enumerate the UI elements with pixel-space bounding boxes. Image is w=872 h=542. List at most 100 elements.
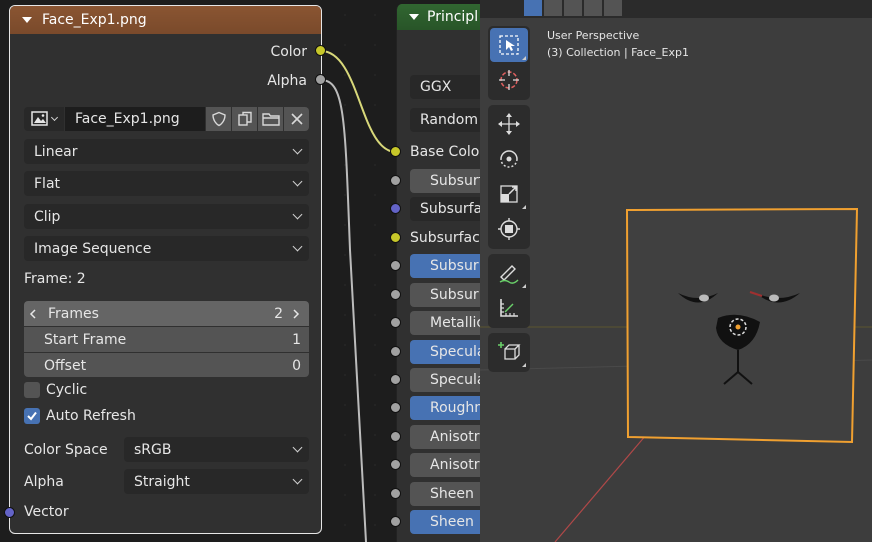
measure-tool[interactable] (490, 291, 528, 325)
start-frame-field[interactable]: Start Frame 1 (24, 327, 309, 352)
base-color-socket[interactable] (390, 146, 401, 157)
image-node-header[interactable]: Face_Exp1.png (10, 6, 321, 34)
sheen-tint-socket[interactable] (390, 516, 401, 527)
folder-icon (261, 113, 280, 126)
color-space-dropdown[interactable]: sRGB (124, 437, 309, 462)
subsurface-radius-socket[interactable] (390, 203, 401, 214)
rotate-tool[interactable] (490, 142, 528, 176)
chevron-down-icon (292, 474, 303, 485)
fake-user-button[interactable] (206, 107, 231, 131)
offset-label: Offset (44, 357, 87, 374)
image-node-title: Face_Exp1.png (42, 12, 147, 28)
frames-value-group: 2 (274, 306, 301, 322)
roughness-socket[interactable] (390, 402, 401, 413)
add-cube-tool[interactable] (490, 335, 528, 369)
scale-tool[interactable] (490, 177, 528, 211)
add-cube-icon (498, 342, 521, 360)
select-intersect-icon[interactable] (604, 0, 622, 16)
subsurface-socket[interactable] (390, 175, 401, 186)
alpha-output-label: Alpha (267, 73, 307, 89)
cursor-tool[interactable] (490, 63, 528, 97)
source-dropdown[interactable]: Image Sequence (24, 236, 309, 261)
right-pupil (769, 294, 779, 302)
projection-dropdown[interactable]: Flat (24, 171, 309, 196)
subsurface-ior-socket[interactable] (390, 260, 401, 271)
chevron-left-icon[interactable] (28, 308, 38, 319)
color-space-row: Color Space sRGB (24, 437, 309, 462)
open-image-button[interactable] (258, 107, 283, 131)
alpha-mode-dropdown[interactable]: Straight (124, 469, 309, 494)
unlink-image-button[interactable] (284, 107, 309, 131)
auto-refresh-checkbox[interactable]: Auto Refresh (24, 408, 136, 424)
interpolation-value: Linear (34, 143, 78, 160)
projection-value: Flat (34, 175, 61, 192)
color-link (320, 50, 397, 153)
chevron-right-icon[interactable] (291, 308, 301, 319)
select-new-icon[interactable] (524, 0, 542, 16)
transform-tool[interactable] (490, 212, 528, 246)
alpha-output-socket[interactable] (315, 74, 326, 85)
node-editor[interactable]: Principl GGX Random Base Color Subsurf S… (0, 0, 486, 542)
collapse-chevron-icon[interactable] (22, 17, 32, 23)
transform-tool-group (488, 105, 530, 249)
shield-icon (211, 111, 226, 127)
select-invert-icon[interactable] (584, 0, 602, 16)
collection-info: (3) Collection | Face_Exp1 (547, 46, 690, 59)
checkbox-box[interactable] (24, 382, 40, 398)
subsurface-color-socket[interactable] (390, 232, 401, 243)
rotate-icon (500, 150, 518, 168)
color-space-label: Color Space (24, 441, 108, 458)
add-tool-group (488, 333, 530, 372)
frames-value: 2 (274, 305, 283, 322)
image-browse-button[interactable] (24, 107, 64, 131)
duplicate-image-button[interactable] (232, 107, 257, 131)
start-frame-value: 1 (292, 331, 301, 348)
left-pupil (699, 294, 709, 302)
image-texture-node[interactable]: Face_Exp1.png Color Alpha Face_Exp1.png (9, 5, 322, 534)
offset-value: 0 (292, 357, 301, 374)
vector-input-socket[interactable] (4, 507, 15, 518)
frame-settings: Frames 2 Start Frame 1 Offset 0 (24, 301, 309, 377)
sheen-socket[interactable] (390, 488, 401, 499)
select-subtract-icon[interactable] (564, 0, 582, 16)
subsurface-anisotropy-socket[interactable] (390, 289, 401, 300)
3d-viewport[interactable]: User Perspective (3) Collection | Face_E… (480, 0, 872, 542)
offset-field[interactable]: Offset 0 (24, 353, 309, 377)
anisotropic-socket[interactable] (390, 431, 401, 442)
viewport-scene (480, 207, 872, 542)
alpha-link (320, 79, 367, 542)
anisotropic-rotation-socket[interactable] (390, 459, 401, 470)
source-value: Image Sequence (34, 240, 152, 257)
annotate-tool[interactable] (490, 256, 528, 290)
select-box-tool[interactable] (490, 28, 528, 62)
alpha-mode-row: Alpha Straight (24, 469, 309, 494)
frames-label-group: Frames (28, 306, 99, 322)
pencil-icon (499, 265, 519, 284)
specular-socket[interactable] (390, 346, 401, 357)
move-tool[interactable] (490, 107, 528, 141)
frame-label: Frame: 2 (24, 271, 86, 287)
specular-tint-socket[interactable] (390, 374, 401, 385)
frames-field[interactable]: Frames 2 (24, 301, 309, 326)
chevron-down-icon (292, 144, 303, 155)
chevron-down-icon (292, 241, 303, 252)
tool-options-corner (522, 205, 526, 209)
move-icon (498, 113, 520, 135)
chevron-down-icon (292, 442, 303, 453)
color-output-socket[interactable] (315, 45, 326, 56)
frames-label: Frames (48, 305, 99, 322)
ruler-icon (500, 299, 518, 317)
image-name-field[interactable]: Face_Exp1.png (65, 107, 205, 131)
select-mode-buttons (524, 0, 622, 16)
color-space-value: sRGB (134, 441, 172, 458)
select-tool-group (488, 26, 530, 100)
interpolation-dropdown[interactable]: Linear (24, 139, 309, 164)
cyclic-checkbox[interactable]: Cyclic (24, 382, 87, 398)
select-box-icon (499, 35, 519, 55)
checkbox-box[interactable] (24, 408, 40, 424)
metallic-socket[interactable] (390, 317, 401, 328)
select-extend-icon[interactable] (544, 0, 562, 16)
extension-dropdown[interactable]: Clip (24, 204, 309, 229)
cyclic-label: Cyclic (46, 382, 88, 398)
image-datablock-selector[interactable]: Face_Exp1.png (24, 107, 309, 131)
